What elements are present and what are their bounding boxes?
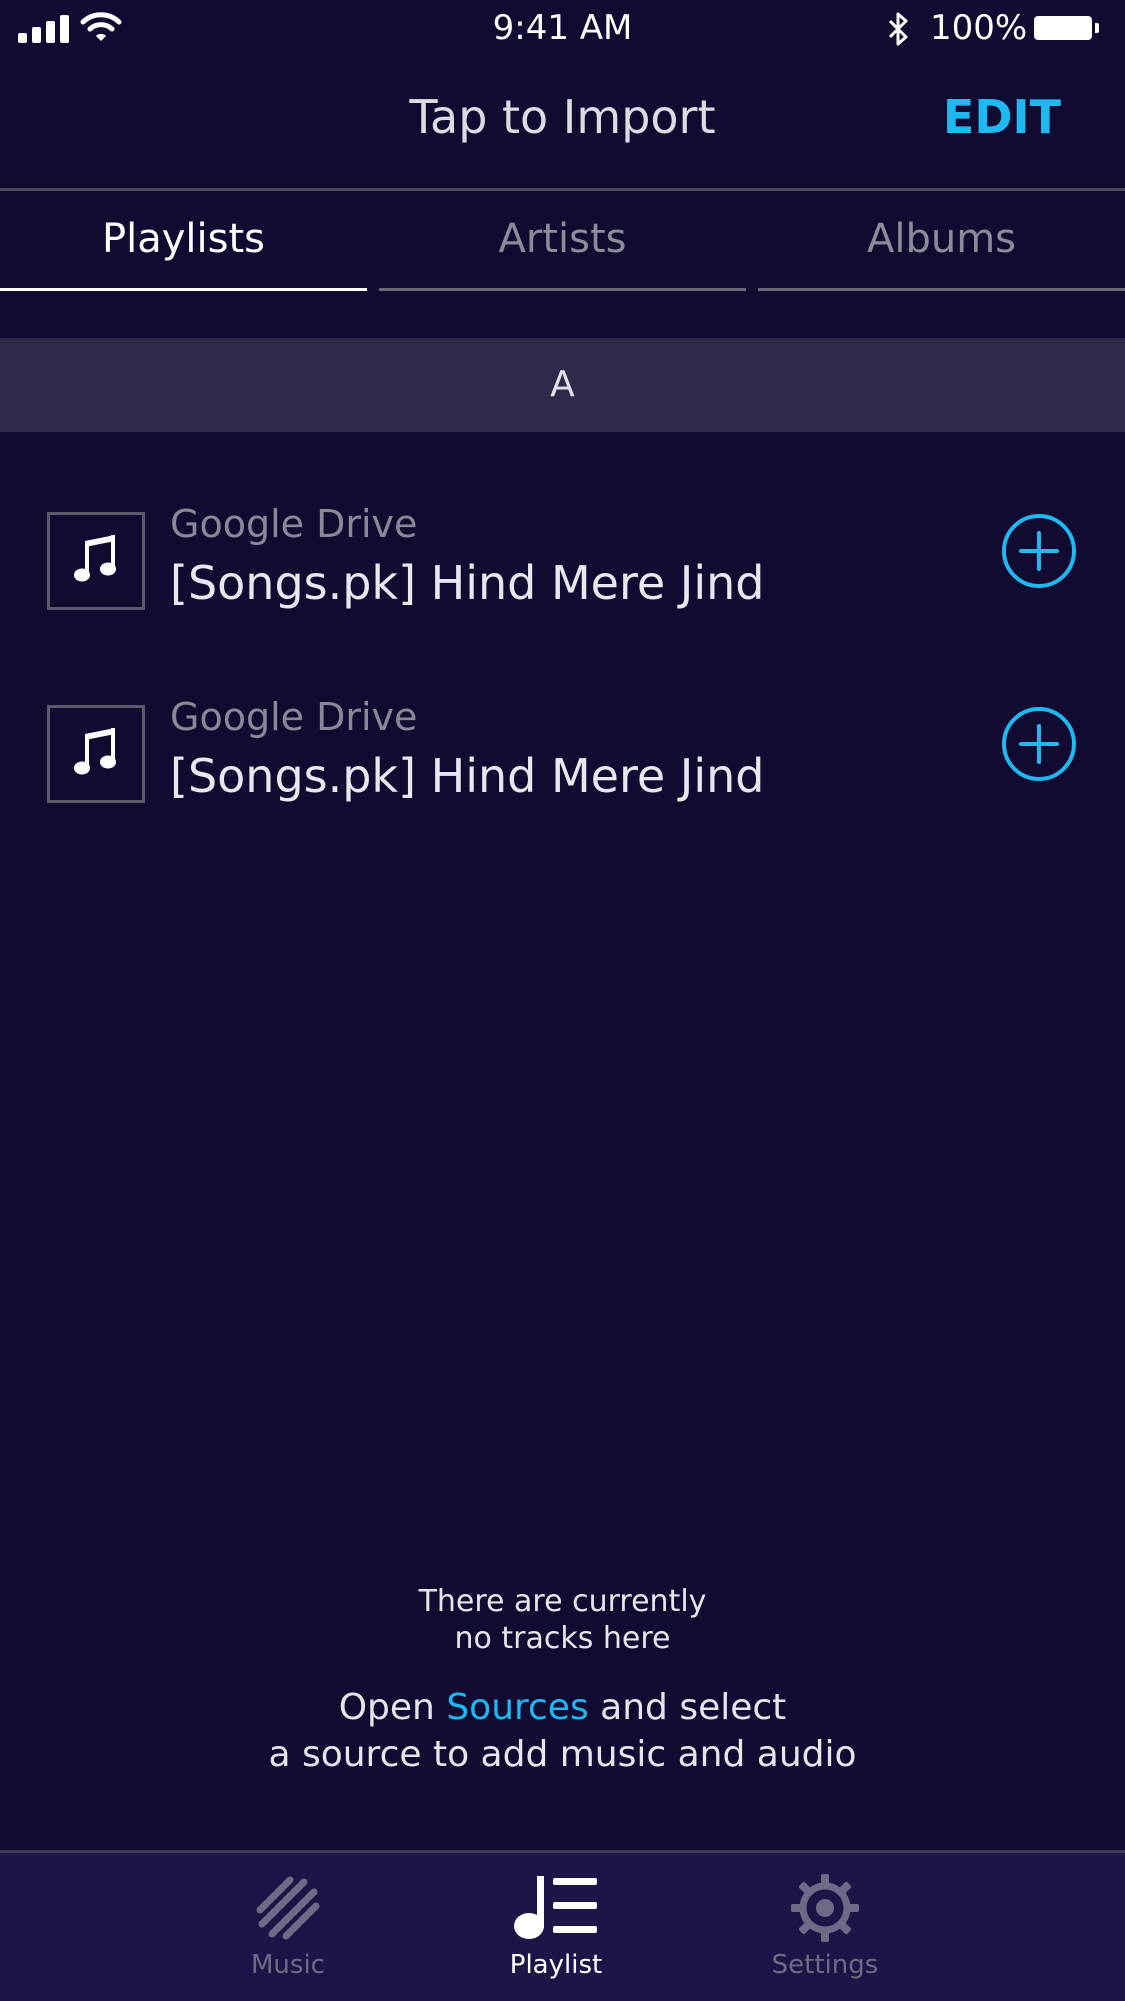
tab-underline xyxy=(0,288,367,291)
nav-label: Playlist xyxy=(509,1950,603,1980)
instruction-line-2: a source to add music and audio xyxy=(268,1734,857,1775)
music-note-icon xyxy=(74,535,116,582)
empty-line-2: no tracks here xyxy=(454,1621,671,1656)
track-title: [Songs.pk] Hind Mere Jind xyxy=(170,749,765,803)
music-stripes-icon xyxy=(256,1876,320,1940)
plus-circle-icon[interactable] xyxy=(1001,706,1077,782)
plus-circle-icon[interactable] xyxy=(1001,513,1077,589)
nav-playlist[interactable]: Playlist xyxy=(456,1872,656,1980)
tabbar-divider xyxy=(0,1850,1125,1853)
nav-label: Settings xyxy=(771,1950,879,1980)
tab-label: Artists xyxy=(498,216,627,262)
status-bar: 9:41 AM 100% xyxy=(0,0,1125,58)
tab-label: Albums xyxy=(866,216,1017,262)
battery-icon xyxy=(1034,16,1099,40)
edit-button[interactable]: EDIT xyxy=(943,90,1061,144)
tab-artists[interactable]: Artists xyxy=(379,191,746,291)
track-source: Google Drive xyxy=(170,695,418,739)
nav-label: Music xyxy=(251,1950,325,1980)
empty-state-instructions: Open Sources and select a source to add … xyxy=(0,1684,1125,1778)
tab-playlists[interactable]: Playlists xyxy=(0,191,367,291)
music-note-icon xyxy=(74,728,116,775)
track-title: [Songs.pk] Hind Mere Jind xyxy=(170,556,765,610)
sources-link[interactable]: Sources xyxy=(446,1687,588,1728)
empty-line-1: There are currently xyxy=(418,1584,707,1619)
instruction-suffix: and select xyxy=(588,1687,787,1728)
track-thumbnail xyxy=(47,512,145,610)
segment-tabs: Playlists Artists Albums xyxy=(0,191,1125,291)
gear-icon xyxy=(791,1874,859,1942)
empty-state-message: There are currently no tracks here xyxy=(0,1583,1125,1657)
battery-percentage: 100% xyxy=(930,8,1028,48)
tab-underline xyxy=(758,288,1125,291)
instruction-prefix: Open xyxy=(338,1687,447,1728)
track-source: Google Drive xyxy=(170,502,418,546)
track-thumbnail xyxy=(47,705,145,803)
tab-label: Playlists xyxy=(101,216,265,262)
instruction-line-1: Open Sources and select xyxy=(0,1684,1125,1731)
section-header: A xyxy=(0,338,1125,432)
bluetooth-icon xyxy=(888,12,908,46)
nav-music[interactable]: Music xyxy=(188,1872,388,1980)
list-item[interactable]: Google Drive [Songs.pk] Hind Mere Jind xyxy=(0,502,1125,662)
nav-settings[interactable]: Settings xyxy=(725,1872,925,1980)
tab-underline xyxy=(379,288,746,291)
bottom-tab-bar: Music Playlist Settings xyxy=(0,1850,1125,2001)
tab-albums[interactable]: Albums xyxy=(758,191,1125,291)
list-item[interactable]: Google Drive [Songs.pk] Hind Mere Jind xyxy=(0,695,1125,855)
playlist-icon xyxy=(514,1876,597,1939)
